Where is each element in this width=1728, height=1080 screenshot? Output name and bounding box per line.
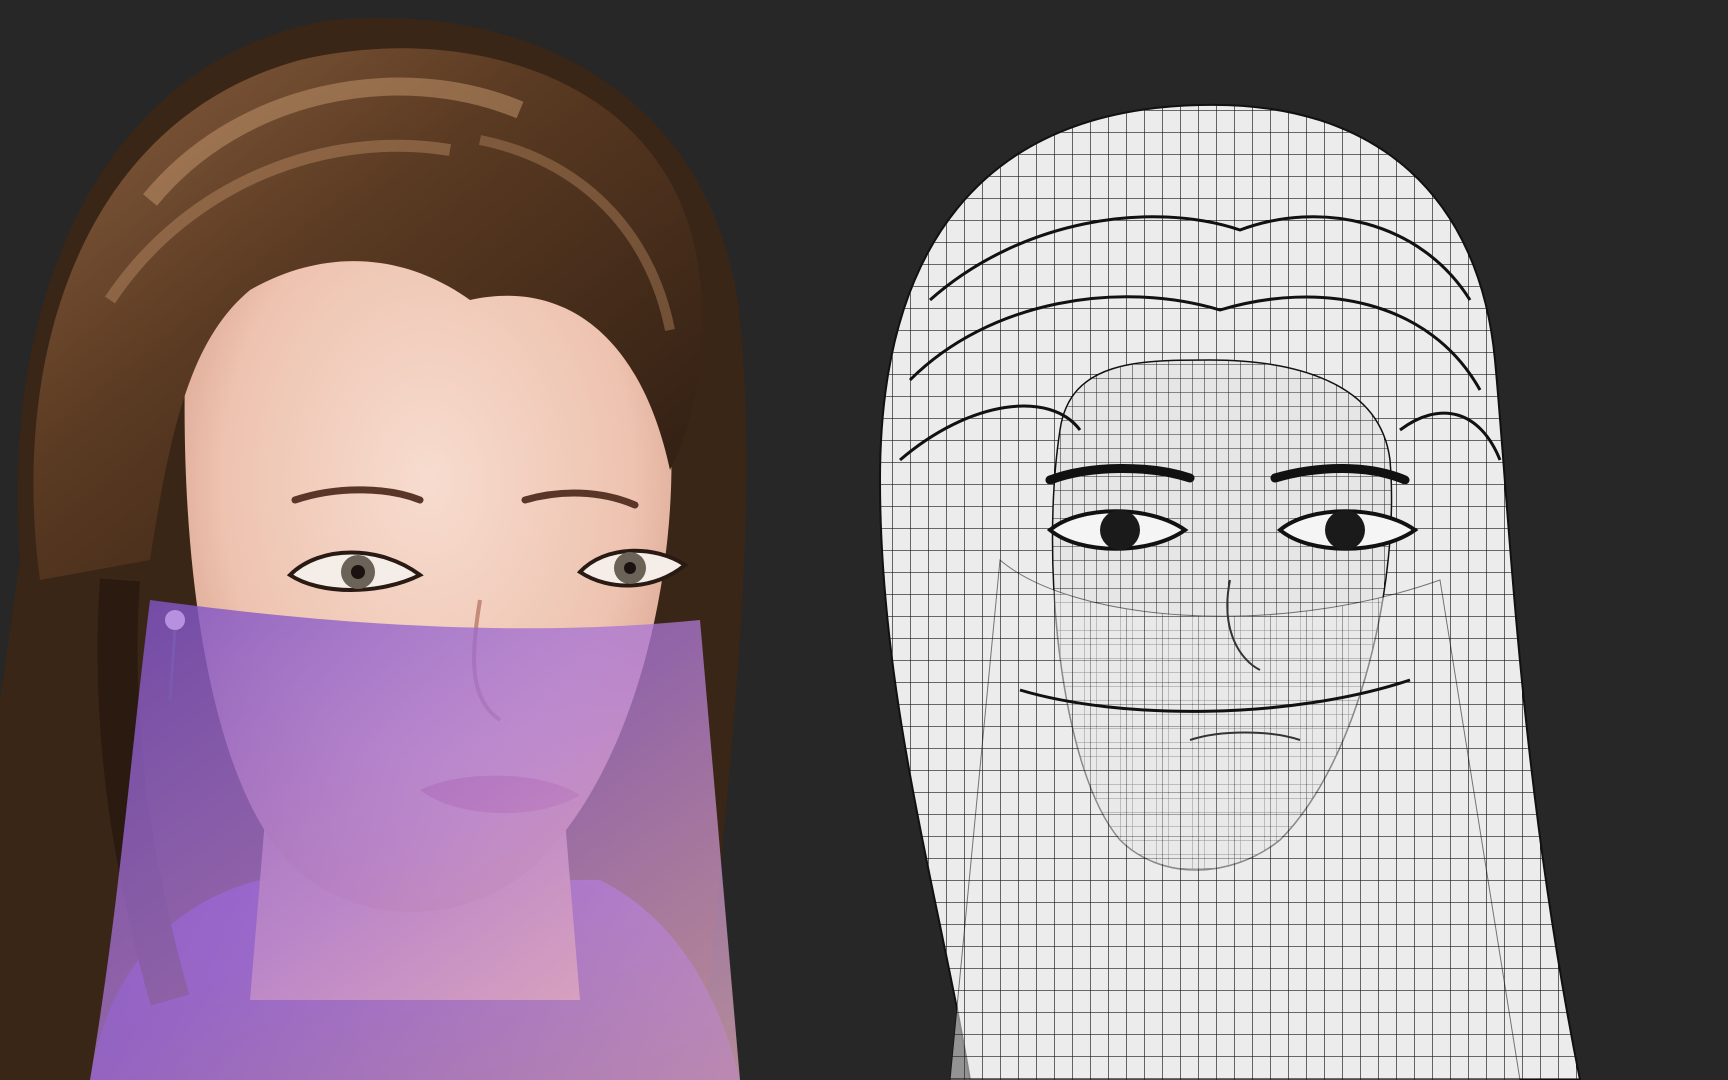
wireframe-model [820, 0, 1728, 1080]
comparison-image [0, 0, 1728, 1080]
pupil-left [351, 565, 365, 579]
earring [165, 610, 185, 630]
wireframe-model-svg [878, 103, 1582, 1080]
rendered-portrait-svg [0, 17, 747, 1080]
pupil-right [624, 562, 636, 574]
veil [90, 600, 740, 1080]
rendered-portrait [0, 0, 770, 1080]
wire-veil [949, 558, 1521, 1080]
wire-iris-left [1100, 510, 1140, 550]
wire-iris-right [1325, 510, 1365, 550]
